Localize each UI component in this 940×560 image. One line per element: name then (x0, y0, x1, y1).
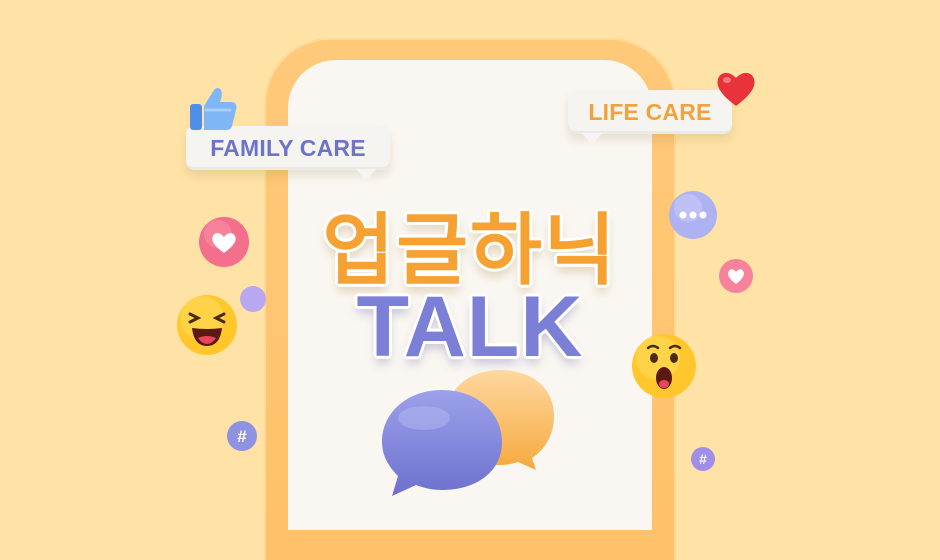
tag-tail (356, 169, 376, 181)
tag-tail (582, 133, 602, 145)
purple-dot (240, 286, 266, 312)
title-english: TALK (356, 279, 584, 375)
laughing-emoji-icon (177, 295, 237, 355)
thumbs-up-icon (190, 88, 237, 130)
family-care-label: FAMILY CARE (210, 134, 366, 161)
surprised-emoji-icon (632, 334, 696, 398)
chat-bubbles-icon (382, 370, 554, 496)
hashtag-icon: # (227, 421, 257, 451)
heart-bubble-icon (199, 217, 249, 267)
hashtag-symbol: # (699, 451, 707, 467)
life-care-tag: LIFE CARE (568, 90, 732, 145)
heart-icon (717, 72, 755, 106)
heart-bubble-small-icon (719, 259, 753, 293)
life-care-label: LIFE CARE (588, 98, 712, 125)
hashtag-icon: # (691, 447, 715, 471)
typing-dots-icon (669, 191, 717, 239)
hashtag-symbol: # (237, 427, 247, 446)
